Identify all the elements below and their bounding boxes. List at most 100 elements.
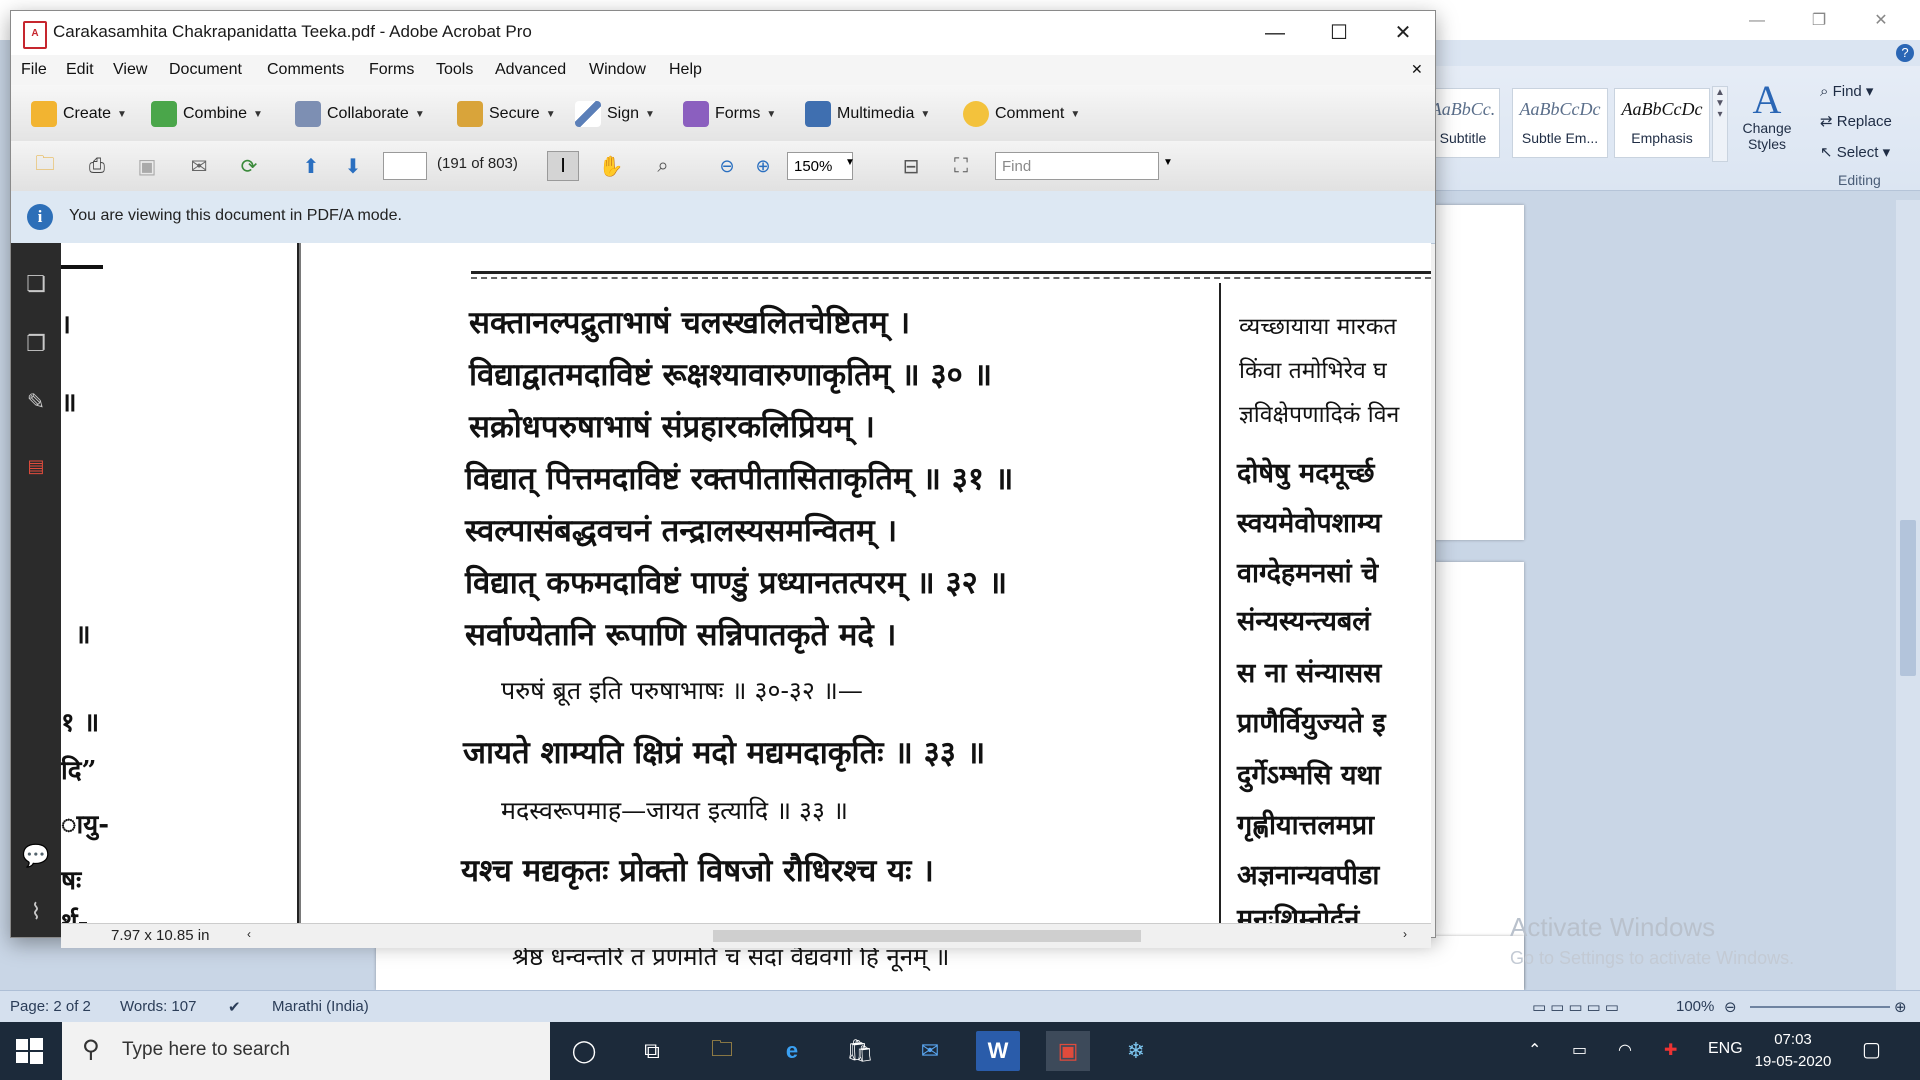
menu-forms[interactable]: Forms bbox=[369, 61, 414, 79]
zoom-slider[interactable] bbox=[1750, 1006, 1890, 1008]
open-folder-icon[interactable]: 🗀 bbox=[29, 151, 61, 181]
word-vertical-scrollbar[interactable] bbox=[1896, 200, 1920, 990]
zoom-input[interactable]: 150% bbox=[787, 152, 853, 180]
page-count[interactable]: Page: 2 of 2 bbox=[10, 998, 91, 1015]
change-styles-button[interactable]: A Change Styles bbox=[1736, 80, 1798, 153]
print-icon[interactable]: ⎙ bbox=[81, 151, 113, 181]
battery-icon[interactable]: ▭ bbox=[1572, 1040, 1587, 1060]
zoom-in-icon[interactable]: ⊕ bbox=[747, 151, 779, 181]
secure-button[interactable]: Secure ▼ bbox=[457, 99, 556, 129]
menu-comments[interactable]: Comments bbox=[267, 61, 344, 79]
word-taskbar-icon[interactable]: W bbox=[976, 1031, 1020, 1071]
scroll-right-icon[interactable]: › bbox=[1403, 927, 1407, 941]
style-subtle-emphasis[interactable]: AaBbCcDc Subtle Em... bbox=[1512, 88, 1608, 158]
close-document-icon[interactable]: ✕ bbox=[1411, 61, 1423, 78]
previous-page-icon[interactable]: ⬆ bbox=[295, 151, 327, 181]
comments-panel-icon[interactable]: 💬 bbox=[21, 839, 51, 873]
horizontal-scroll-thumb[interactable] bbox=[713, 930, 1141, 942]
bookmarks-panel-icon[interactable]: ❐ bbox=[21, 327, 51, 361]
language-indicator[interactable]: ENG bbox=[1708, 1040, 1743, 1058]
collaborate-button[interactable]: Collaborate ▼ bbox=[295, 99, 425, 129]
verse-line: सक्रोधपरुषाभाषं संप्रहारकलिप्रियम् । bbox=[469, 409, 875, 445]
signatures-panel-icon[interactable]: ✎ bbox=[21, 385, 51, 419]
zoom-dropdown-icon[interactable]: ▼ bbox=[845, 157, 855, 168]
share-icon[interactable]: ⟳ bbox=[233, 151, 265, 181]
taskbar-search-box[interactable]: ⚲ Type here to search bbox=[62, 1022, 550, 1080]
styles-scroll[interactable]: ▲ ▼ ▾ bbox=[1712, 86, 1728, 162]
edge-icon[interactable]: e bbox=[770, 1031, 814, 1071]
menu-file[interactable]: File bbox=[21, 61, 47, 79]
mail-icon[interactable]: ✉ bbox=[908, 1031, 952, 1071]
commentary-line: परुषं ब्रूत इति परुषाभाषः ॥ ३०-३२ ॥— bbox=[501, 676, 863, 705]
save-icon[interactable]: ▣ bbox=[131, 151, 163, 181]
word-restore-button[interactable]: ❐ bbox=[1796, 6, 1842, 36]
find-button[interactable]: ⌕ Find ▾ bbox=[1820, 82, 1873, 100]
zoom-in-icon[interactable]: ⊕ bbox=[1894, 998, 1907, 1016]
activate-windows-subtitle: Go to Settings to activate Windows. bbox=[1510, 948, 1795, 968]
taskbar: ⚲ Type here to search ◯ ⧉ 🗀 e 🛍 ✉ W ▣ ❄ … bbox=[0, 1022, 1920, 1080]
verse-line: विद्यात् कफमदाविष्टं पाण्डुं प्रध्यानतत्… bbox=[465, 565, 1008, 601]
pages-panel-icon[interactable]: ❏ bbox=[21, 267, 51, 301]
document-view[interactable]: । ॥ ॥ १ ॥ दि” ायु- षः र्थ- सक्तानल्पद्रु… bbox=[61, 243, 1431, 923]
scroll-left-icon[interactable]: ‹ bbox=[247, 927, 251, 941]
zoom-level[interactable]: 100% bbox=[1676, 998, 1714, 1015]
show-hidden-icons[interactable]: ⌃ bbox=[1528, 1040, 1541, 1060]
page-number-input[interactable] bbox=[383, 152, 427, 180]
email-icon[interactable]: ✉ bbox=[183, 151, 215, 181]
style-subtitle[interactable]: AaBbCc. Subtitle bbox=[1426, 88, 1500, 158]
windows-start-button[interactable] bbox=[14, 1036, 44, 1066]
view-buttons[interactable]: ▭▭▭▭▭ bbox=[1532, 998, 1623, 1016]
style-emphasis[interactable]: AaBbCcDc Emphasis bbox=[1614, 88, 1710, 158]
word-count[interactable]: Words: 107 bbox=[120, 998, 196, 1015]
menu-document[interactable]: Document bbox=[169, 61, 242, 79]
hand-tool-icon[interactable]: ✋ bbox=[595, 151, 627, 181]
menu-help[interactable]: Help bbox=[669, 61, 702, 79]
comment-button[interactable]: Comment ▼ bbox=[963, 99, 1080, 129]
sign-button[interactable]: Sign ▼ bbox=[575, 99, 655, 129]
scroll-thumb[interactable] bbox=[1900, 520, 1916, 676]
zoom-out-icon[interactable]: ⊖ bbox=[711, 151, 743, 181]
secure-label: Secure bbox=[489, 105, 540, 122]
select-text-tool-icon[interactable]: I bbox=[547, 151, 579, 181]
forms-button[interactable]: Forms ▼ bbox=[683, 99, 776, 129]
proofing-icon[interactable]: ✔ bbox=[228, 998, 241, 1016]
verse-line: विद्याद्वातमदाविष्टं रूक्षश्यावारुणाकृति… bbox=[469, 357, 993, 393]
notifications-icon[interactable]: ▢ bbox=[1862, 1037, 1881, 1062]
maximize-button[interactable]: ☐ bbox=[1307, 11, 1371, 55]
close-button[interactable]: ✕ bbox=[1371, 11, 1435, 55]
file-explorer-icon[interactable]: 🗀 bbox=[700, 1031, 744, 1071]
minimize-button[interactable]: — bbox=[1243, 11, 1307, 55]
find-options-icon[interactable]: ▼ bbox=[1163, 157, 1173, 168]
word-minimize-button[interactable]: — bbox=[1734, 6, 1780, 36]
menu-view[interactable]: View bbox=[113, 61, 147, 79]
cortana-icon[interactable]: ◯ bbox=[562, 1031, 606, 1071]
language-indicator[interactable]: Marathi (India) bbox=[272, 998, 369, 1015]
menu-window[interactable]: Window bbox=[589, 61, 646, 79]
cursor-icon: ↖ bbox=[1820, 144, 1837, 161]
menu-advanced[interactable]: Advanced bbox=[495, 61, 566, 79]
task-view-icon[interactable]: ⧉ bbox=[630, 1031, 674, 1071]
app-tray-icon[interactable]: ✚ bbox=[1664, 1040, 1677, 1060]
zoom-out-icon[interactable]: ⊖ bbox=[1724, 998, 1737, 1016]
find-input[interactable]: Find bbox=[995, 152, 1159, 180]
app-snowflake-icon[interactable]: ❄ bbox=[1114, 1031, 1158, 1071]
menu-edit[interactable]: Edit bbox=[66, 61, 94, 79]
store-icon[interactable]: 🛍 bbox=[838, 1031, 882, 1071]
fit-width-icon[interactable]: ⊟ bbox=[895, 151, 927, 181]
select-button[interactable]: ↖ Select ▾ bbox=[1820, 143, 1890, 161]
attachments-panel-icon[interactable]: ⌇ bbox=[21, 895, 51, 929]
marquee-zoom-icon[interactable]: ⌕ bbox=[647, 151, 679, 181]
multimedia-button[interactable]: Multimedia ▼ bbox=[805, 99, 930, 129]
full-screen-icon[interactable]: ⛶ bbox=[945, 151, 977, 181]
clock[interactable]: 07:03 19-05-2020 bbox=[1748, 1029, 1838, 1073]
menu-tools[interactable]: Tools bbox=[436, 61, 473, 79]
acrobat-taskbar-icon[interactable]: ▣ bbox=[1046, 1031, 1090, 1071]
create-button[interactable]: Create ▼ bbox=[31, 99, 127, 129]
replace-button[interactable]: ⇄ Replace bbox=[1820, 112, 1892, 130]
next-page-icon[interactable]: ⬇ bbox=[337, 151, 369, 181]
pdf-standards-icon[interactable]: ▤ bbox=[21, 449, 51, 483]
wifi-icon[interactable]: ◠ bbox=[1618, 1040, 1632, 1060]
word-close-button[interactable]: ✕ bbox=[1858, 6, 1904, 36]
help-icon[interactable]: ? bbox=[1896, 44, 1914, 62]
combine-button[interactable]: Combine ▼ bbox=[151, 99, 263, 129]
